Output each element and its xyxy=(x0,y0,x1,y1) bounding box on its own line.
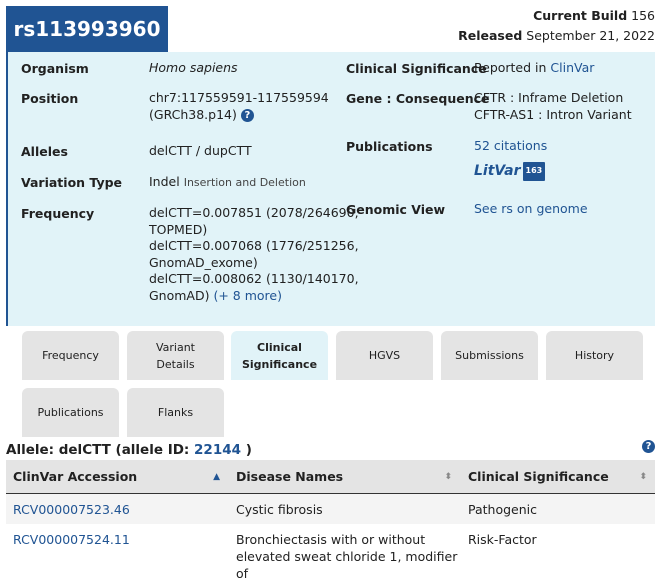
variation-type-main: Indel xyxy=(149,174,180,189)
allele-id-link[interactable]: 22144 xyxy=(194,442,241,458)
alleles-label: Alleles xyxy=(21,144,68,159)
variation-type-label: Variation Type xyxy=(21,175,123,190)
position-value: chr7:117559591-117559594 (GRCh38.p14) ? xyxy=(149,90,329,123)
column-header-label: ClinVar Accession xyxy=(13,469,138,484)
tab-label: Variant xyxy=(155,340,195,354)
frequency-more-link[interactable]: (+ 8 more) xyxy=(213,288,282,303)
disease-name: elevated sweat chloride 1, modifier of xyxy=(236,549,458,581)
disease-name: Bronchiectasis with or without xyxy=(236,532,426,547)
column-header-significance[interactable]: Clinical Significance ⬍ xyxy=(460,460,655,494)
frequency-label: Frequency xyxy=(21,206,95,221)
question-circle-icon[interactable]: ? xyxy=(240,108,254,122)
frequency-line: GnomAD_exome) xyxy=(149,254,258,270)
tab-label: Details xyxy=(156,357,195,371)
table-header: ClinVar Accession ▲ Disease Names ⬍ Clin… xyxy=(6,460,655,494)
rs-id-title: rs113993960 xyxy=(6,6,168,52)
genome-view-link[interactable]: See rs on genome xyxy=(474,201,588,216)
organism-value: Homo sapiens xyxy=(149,60,238,75)
released-value: September 21, 2022 xyxy=(526,28,655,43)
sort-arrows-icon: ⬍ xyxy=(639,471,647,482)
variation-type-detail: Insertion and Deletion xyxy=(183,176,306,189)
clinical-significance-cell: Risk-Factor xyxy=(468,532,537,547)
tab-flanks[interactable]: Flanks xyxy=(127,388,224,437)
tab-clinical-significance[interactable]: Clinical Significance xyxy=(231,331,328,380)
summary-panel: Organism Homo sapiens Position chr7:1175… xyxy=(6,52,655,326)
tab-publications[interactable]: Publications xyxy=(22,388,119,437)
clinical-significance-value: Reported in ClinVar xyxy=(474,60,594,77)
allele-suffix: ) xyxy=(245,442,252,458)
current-build-label: Current Build xyxy=(533,8,628,23)
publications-label: Publications xyxy=(346,139,433,154)
tab-submissions[interactable]: Submissions xyxy=(441,331,538,380)
litvar-text: LitVar xyxy=(474,163,521,179)
clinical-significance-label: Clinical Significance xyxy=(346,61,487,76)
tab-label: Clinical xyxy=(257,340,302,354)
tab-frequency[interactable]: Frequency xyxy=(22,331,119,380)
variation-type-value: Indel Insertion and Deletion xyxy=(149,174,306,192)
tab-label: History xyxy=(574,349,615,362)
column-header-label: Clinical Significance xyxy=(468,469,609,484)
tab-hgvs[interactable]: HGVS xyxy=(336,331,433,380)
clinical-significance-text: Reported in xyxy=(474,60,547,75)
clinvar-accession-link[interactable]: RCV000007523.46 xyxy=(13,502,130,517)
gene-consequence-value: CFTR : Inframe Deletion CFTR-AS1 : Intro… xyxy=(474,90,632,123)
gene-consequence-line2: CFTR-AS1 : Intron Variant xyxy=(474,106,632,122)
alleles-value: delCTT / dupCTT xyxy=(149,143,252,158)
litvar-link[interactable]: LitVar 163 xyxy=(474,162,546,181)
genomic-view-value: See rs on genome xyxy=(474,201,588,218)
column-header-accession[interactable]: ClinVar Accession ▲ xyxy=(6,460,228,494)
column-header-disease[interactable]: Disease Names ⬍ xyxy=(228,460,460,494)
publications-value: 52 citations xyxy=(474,138,547,155)
position-label: Position xyxy=(21,91,79,106)
build-info: Current Build 156 Released September 21,… xyxy=(458,6,655,46)
released-label: Released xyxy=(458,28,523,43)
tab-label: HGVS xyxy=(368,349,401,362)
tab-variant-details[interactable]: Variant Details xyxy=(127,331,224,380)
allele-heading: Allele: delCTT (allele ID: 22144 ) xyxy=(6,442,252,458)
clinvar-link[interactable]: ClinVar xyxy=(550,60,594,75)
tab-label: Flanks xyxy=(157,406,194,419)
tab-label: Publications xyxy=(37,406,104,419)
sort-ascending-icon: ▲ xyxy=(213,471,220,482)
frequency-line: TOPMED) xyxy=(149,221,208,237)
position-line1: chr7:117559591-117559594 xyxy=(149,90,329,105)
tab-history[interactable]: History xyxy=(546,331,643,380)
genomic-view-label: Genomic View xyxy=(346,202,446,217)
frequency-line: delCTT=0.007068 (1776/251256, xyxy=(149,238,359,253)
gene-consequence-line1: CFTR : Inframe Deletion xyxy=(474,90,624,105)
organism-label: Organism xyxy=(21,61,89,76)
clinical-significance-cell: Pathogenic xyxy=(468,502,538,517)
clinvar-accession-link[interactable]: RCV000007524.11 xyxy=(13,532,130,547)
disease-name: Cystic fibrosis xyxy=(236,502,323,517)
frequency-line: delCTT=0.008062 (1130/140170, xyxy=(149,271,359,286)
frequency-value: delCTT=0.007851 (2078/264690, TOPMED) de… xyxy=(149,205,359,304)
tab-label: Significance xyxy=(241,357,318,371)
tab-label: Submissions xyxy=(455,349,524,362)
table-row: RCV000007523.46 Cystic fibrosis Pathogen… xyxy=(6,494,655,524)
column-header-label: Disease Names xyxy=(236,469,344,484)
table-row: RCV000007524.11 Bronchiectasis with or w… xyxy=(6,524,655,588)
frequency-line: delCTT=0.007851 (2078/264690, xyxy=(149,205,359,220)
frequency-line: GnomAD) xyxy=(149,287,210,303)
litvar-count-badge: 163 xyxy=(522,162,546,181)
citations-link[interactable]: 52 citations xyxy=(474,138,547,153)
sort-arrows-icon: ⬍ xyxy=(444,471,452,482)
allele-prefix: Allele: delCTT (allele ID: xyxy=(6,442,190,458)
question-circle-icon[interactable]: ? xyxy=(642,440,655,453)
gene-consequence-label: Gene : Consequence xyxy=(346,91,490,106)
position-line2: (GRCh38.p14) xyxy=(149,106,237,122)
tab-label: Frequency xyxy=(42,349,99,362)
current-build-value: 156 xyxy=(631,8,655,23)
